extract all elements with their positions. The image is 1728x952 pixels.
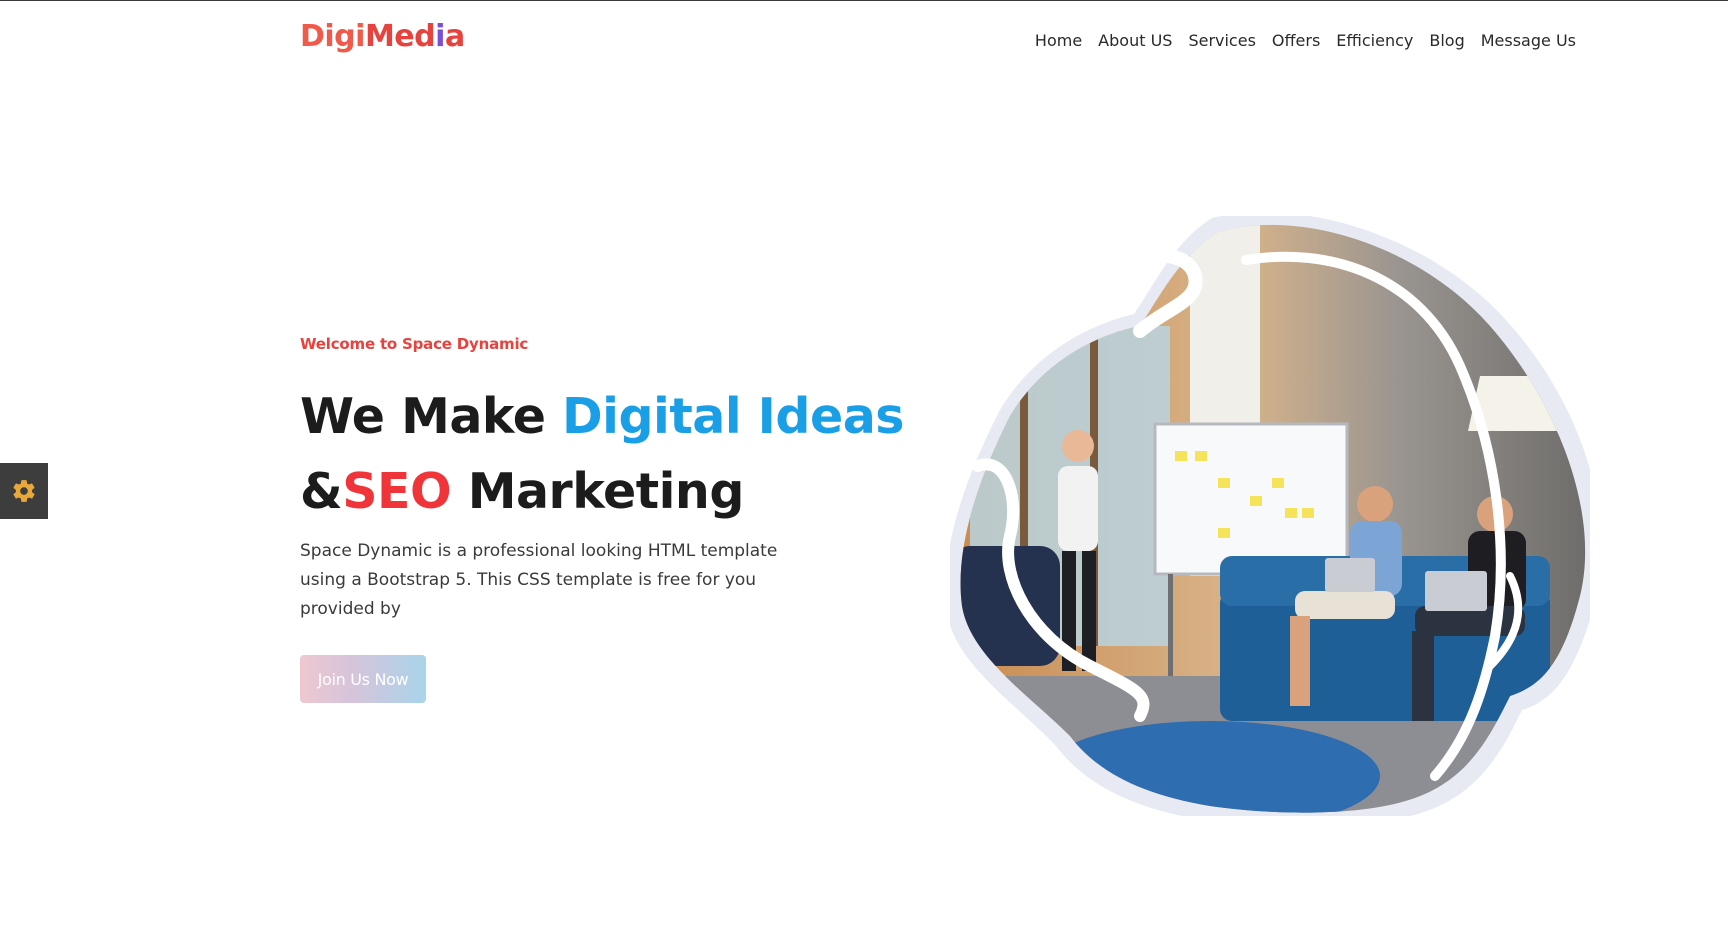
main-nav: Home About US Services Offers Efficiency… [1027, 27, 1584, 55]
headline-text: Marketing [451, 463, 745, 520]
headline-line-1: We Make Digital Ideas [300, 379, 904, 454]
whiteboard-stand [1168, 574, 1173, 684]
nav-message-us[interactable]: Message Us [1473, 27, 1584, 55]
nav-efficiency[interactable]: Efficiency [1328, 27, 1421, 55]
headline-text: We Make [300, 388, 562, 445]
logo-text-part: Med [364, 19, 436, 54]
landing-page: DigiMedia Home About US Services Offers … [0, 0, 1728, 952]
headline-highlight-red: SEO [342, 463, 452, 520]
nav-about-us[interactable]: About US [1090, 27, 1180, 55]
settings-toggle-button[interactable] [0, 463, 48, 519]
join-us-now-button[interactable]: Join Us Now [300, 655, 426, 703]
gear-icon [13, 480, 35, 502]
nav-home[interactable]: Home [1027, 27, 1090, 55]
nav-offers[interactable]: Offers [1264, 27, 1328, 55]
laptop [1425, 571, 1487, 611]
hero-image [950, 216, 1590, 816]
headline-highlight-blue: Digital Ideas [561, 388, 904, 445]
nav-services[interactable]: Services [1180, 27, 1263, 55]
logo-text-part: a [444, 19, 465, 54]
site-logo[interactable]: DigiMedia [300, 17, 465, 57]
hero-headline: We Make Digital Ideas &SEO Marketing [300, 379, 904, 529]
headline-line-2: &SEO Marketing [300, 454, 904, 529]
laptop [1325, 558, 1375, 592]
nav-blog[interactable]: Blog [1421, 27, 1472, 55]
logo-text-part: Digi [300, 19, 365, 54]
logo-text-part: i [435, 19, 445, 54]
hero-description: Space Dynamic is a professional looking … [300, 541, 778, 619]
site-header: DigiMedia Home About US Services Offers … [0, 1, 1728, 81]
welcome-subtitle: Welcome to Space Dynamic [300, 335, 529, 353]
headline-text: & [300, 463, 343, 520]
